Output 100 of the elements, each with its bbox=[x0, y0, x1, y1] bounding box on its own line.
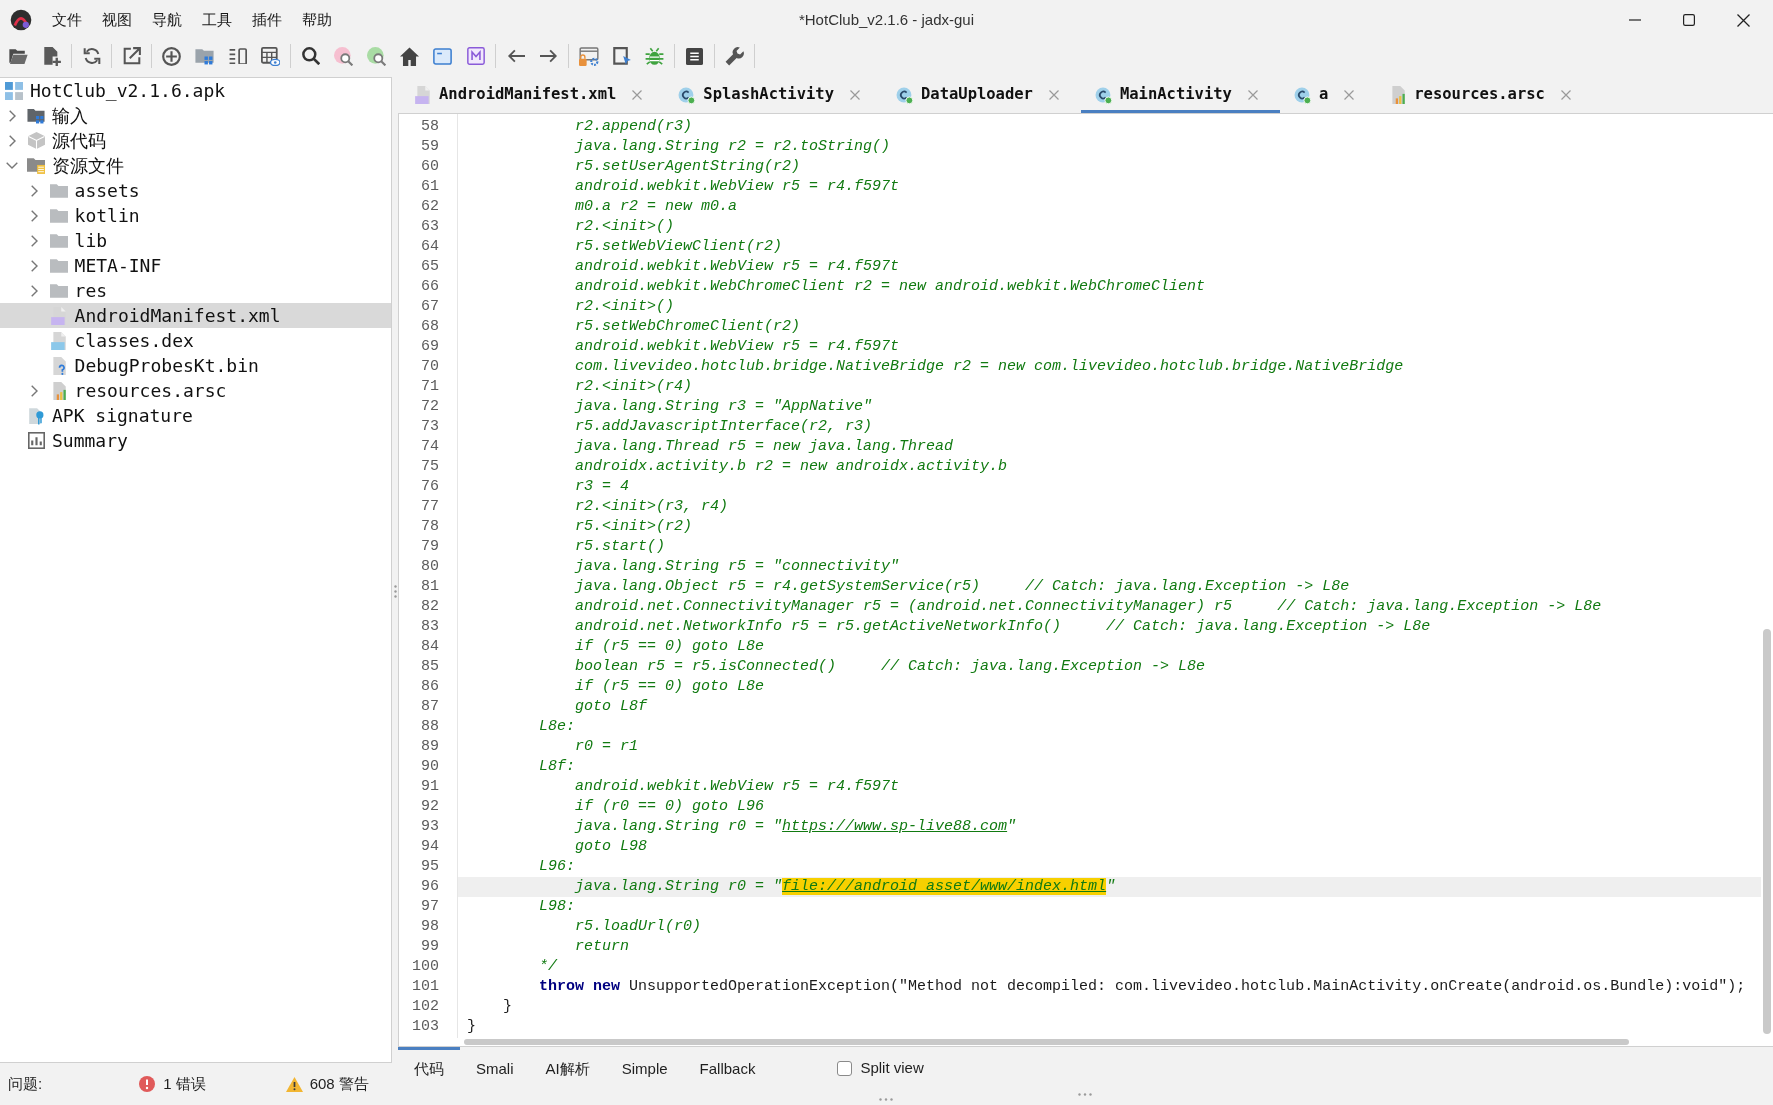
line-number: 103 bbox=[411, 1017, 440, 1037]
chevron-down-icon[interactable] bbox=[6, 162, 18, 169]
file-chart-icon bbox=[1390, 86, 1407, 104]
search-icon[interactable] bbox=[301, 47, 320, 65]
add-file-icon[interactable] bbox=[42, 46, 61, 66]
tree-item[interactable]: classes.dex bbox=[0, 328, 391, 353]
line-number: 81 bbox=[420, 577, 440, 597]
tree-item[interactable]: 源代码 bbox=[0, 128, 391, 153]
wrench-icon[interactable] bbox=[725, 46, 744, 66]
bug-icon[interactable] bbox=[645, 46, 664, 66]
folder-grid-icon[interactable] bbox=[195, 47, 214, 65]
view-tab[interactable]: Simple bbox=[605, 1047, 684, 1092]
menu-item[interactable]: 帮助 bbox=[302, 8, 332, 32]
lock-window-icon[interactable] bbox=[578, 46, 599, 66]
columns-icon[interactable] bbox=[228, 48, 247, 64]
code-line: android.webkit.WebChromeClient r2 = new android.webkit.WebChromeClient bbox=[575, 277, 1206, 297]
line-number: 91 bbox=[420, 777, 440, 797]
view-tab[interactable]: AI解析 bbox=[529, 1047, 606, 1092]
chevron-right-icon[interactable] bbox=[31, 184, 39, 197]
line-number: 84 bbox=[420, 637, 440, 657]
certificate-icon bbox=[27, 406, 45, 425]
close-icon[interactable] bbox=[1736, 13, 1750, 27]
line-number: 85 bbox=[420, 657, 440, 677]
tab[interactable]: a bbox=[1279, 77, 1377, 113]
checkbox[interactable] bbox=[837, 1060, 853, 1076]
vertical-scrollbar[interactable] bbox=[1763, 629, 1771, 1034]
line-number: 101 bbox=[411, 977, 440, 997]
menu-item[interactable]: 文件 bbox=[52, 8, 82, 32]
code-line: r5.setUserAgentString(r2) bbox=[575, 157, 801, 177]
tree-item[interactable]: Summary bbox=[0, 428, 391, 453]
tree-item[interactable]: HotClub_v2.1.6.apk bbox=[0, 78, 391, 103]
tree-item[interactable]: resources.arsc bbox=[0, 378, 391, 403]
refresh-icon[interactable] bbox=[82, 47, 101, 65]
tab[interactable]: SplashActivity bbox=[664, 77, 882, 113]
line-number: 92 bbox=[420, 797, 440, 817]
menu-item[interactable]: 导航 bbox=[152, 8, 182, 32]
line-number: 93 bbox=[420, 817, 440, 837]
chevron-right-icon[interactable] bbox=[31, 384, 39, 397]
line-number: 67 bbox=[420, 297, 440, 317]
url-link[interactable]: https://www.sp-live88.com bbox=[782, 818, 1008, 835]
view-tab[interactable]: Fallback bbox=[683, 1047, 772, 1092]
tab[interactable]: AndroidManifest.xml bbox=[401, 77, 665, 113]
tree-item[interactable]: 资源文件 bbox=[0, 153, 391, 178]
chevron-right-icon[interactable] bbox=[31, 209, 39, 222]
tree-item[interactable]: kotlin bbox=[0, 203, 391, 228]
crosshair-icon[interactable] bbox=[162, 46, 181, 66]
code-line: android.net.NetworkInfo r5 = r5.getActiveNetworkInfo() // Catch: java.lang.Exception -> L8e bbox=[575, 617, 1431, 637]
view-tab[interactable]: Smali bbox=[460, 1047, 530, 1092]
open-folder-icon[interactable] bbox=[9, 48, 28, 64]
tree-item[interactable]: 输入 bbox=[0, 103, 391, 128]
line-number: 86 bbox=[420, 677, 440, 697]
code-line: r5.start() bbox=[575, 537, 666, 557]
tree-item[interactable]: DebugProbesKt.bin bbox=[0, 353, 391, 378]
horizontal-scrollbar[interactable] bbox=[464, 1039, 1629, 1045]
chevron-right-icon[interactable] bbox=[31, 234, 39, 247]
chevron-right-icon[interactable] bbox=[8, 109, 16, 122]
list-icon[interactable] bbox=[686, 47, 703, 65]
file-icon bbox=[50, 331, 67, 350]
window-icon[interactable] bbox=[433, 47, 452, 65]
code-line: r5.addJavascriptInterface(r2, r3) bbox=[575, 417, 873, 437]
view-tab[interactable]: 代码 bbox=[398, 1047, 460, 1092]
chevron-right-icon[interactable] bbox=[31, 259, 39, 272]
m-box-icon[interactable] bbox=[466, 47, 485, 65]
app-logo-icon bbox=[10, 9, 32, 31]
tree-item[interactable]: assets bbox=[0, 178, 391, 203]
tree-item[interactable]: APK signature bbox=[0, 403, 391, 428]
grip-icon[interactable] bbox=[879, 1098, 893, 1101]
file-question-icon bbox=[50, 356, 67, 375]
line-number: 90 bbox=[420, 757, 440, 777]
menu-item[interactable]: 视图 bbox=[102, 8, 132, 32]
circle-magnifier-icon[interactable] bbox=[367, 46, 386, 66]
tree-item[interactable]: lib bbox=[0, 228, 391, 253]
line-number: 79 bbox=[420, 537, 440, 557]
tree-item[interactable]: META-INF bbox=[0, 253, 391, 278]
back-arrow-icon[interactable] bbox=[506, 49, 525, 63]
chevron-right-icon[interactable] bbox=[31, 284, 39, 297]
code-line: r5.setWebViewClient(r2) bbox=[575, 237, 783, 257]
code-line: r3 = 4 bbox=[575, 477, 630, 497]
file-icon bbox=[50, 306, 67, 325]
line-number: 80 bbox=[420, 557, 440, 577]
tab[interactable]: resources.arsc bbox=[1376, 77, 1593, 113]
table-eye-icon[interactable] bbox=[261, 46, 280, 66]
chevron-right-icon[interactable] bbox=[8, 134, 16, 147]
export-icon[interactable] bbox=[122, 47, 141, 65]
home-icon[interactable] bbox=[400, 46, 419, 66]
code-line: return bbox=[575, 937, 630, 957]
forward-arrow-icon[interactable] bbox=[539, 49, 558, 63]
circle-magnifier-icon[interactable] bbox=[334, 46, 353, 66]
url-link[interactable]: file:///android_asset/www/index.html bbox=[782, 878, 1107, 895]
tree-item[interactable]: AndroidManifest.xml bbox=[0, 303, 391, 328]
menu-item[interactable]: 插件 bbox=[252, 8, 282, 32]
grip-icon[interactable] bbox=[393, 584, 397, 598]
tab[interactable]: DataUploader bbox=[881, 77, 1081, 113]
maximize-icon[interactable] bbox=[1683, 14, 1695, 26]
menu-item[interactable]: 工具 bbox=[202, 8, 232, 32]
document-cursor-icon[interactable] bbox=[612, 46, 631, 66]
line-number: 64 bbox=[420, 237, 440, 257]
code-line: r2.<init>() bbox=[575, 297, 675, 317]
tree-item[interactable]: res bbox=[0, 278, 391, 303]
grip-icon[interactable] bbox=[1078, 1093, 1092, 1096]
